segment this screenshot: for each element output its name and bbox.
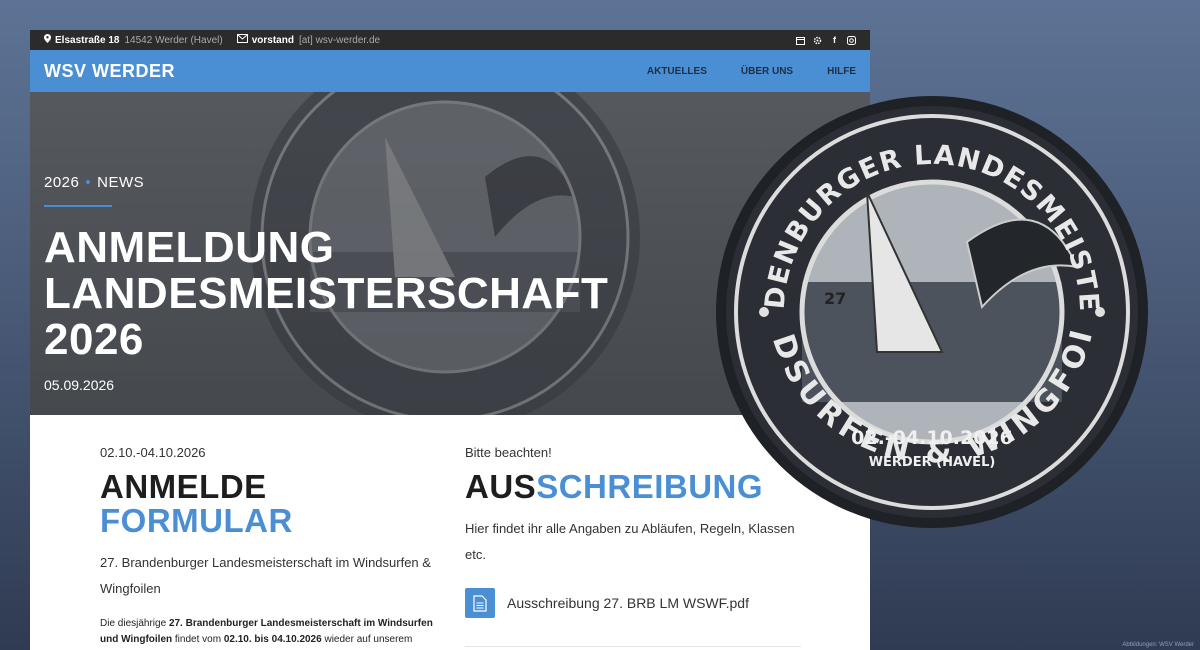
badge-date: 02.-04.10.2026 xyxy=(851,427,1013,449)
nav-hilfe[interactable]: HILFE xyxy=(827,66,856,77)
registration-heading-blue: FORMULAR xyxy=(100,502,293,539)
email-user: vorstand xyxy=(251,34,294,46)
hero-category[interactable]: NEWS xyxy=(97,174,144,191)
email-domain: [at] wsv-werder.de xyxy=(298,34,381,46)
championship-badge-image: 27 27. BRANDENBURGER LANDESMEISTERSCHAFT… xyxy=(712,92,1148,528)
main-navbar: WSV WERDER AKTUELLES ÜBER UNS HILFE xyxy=(30,50,870,92)
registration-text: Die diesjährige 27. Brandenburger Landes… xyxy=(100,618,433,645)
hero-kicker: 2026 • NEWS xyxy=(44,174,145,191)
registration-column: 02.10.-04.10.2026 ANMELDE FORMULAR 27. B… xyxy=(100,445,440,648)
topbar: Elsastraße 18 14542 Werder (Havel) vorst… xyxy=(30,30,870,50)
pdf-file-label: Ausschreibung 27. BRB LM WSWF.pdf xyxy=(507,595,749,611)
calendar-icon[interactable] xyxy=(796,36,805,45)
badge-sail-number: 27 xyxy=(824,289,846,308)
registration-heading: ANMELDE FORMULAR xyxy=(100,470,440,538)
hero-date: 05.09.2026 xyxy=(44,377,115,393)
address-street: Elsastraße 18 xyxy=(55,34,120,46)
tender-heading-dark: AUS xyxy=(465,468,537,505)
event-date-range: 02.10.-04.10.2026 xyxy=(100,445,206,460)
registration-subtitle: 27. Brandenburger Landesmeisterschaft im… xyxy=(100,555,431,596)
settings-icon[interactable] xyxy=(813,36,822,45)
nav-ueber-uns[interactable]: ÜBER UNS xyxy=(741,66,793,77)
facebook-icon[interactable]: f xyxy=(830,35,839,45)
hero-content: 2026 • NEWS ANMELDUNG LANDESMEISTERSCHAFT … xyxy=(44,174,608,393)
hero-year[interactable]: 2026 xyxy=(44,174,79,191)
hero-divider xyxy=(44,205,112,207)
pdf-download-link[interactable]: Ausschreibung 27. BRB LM WSWF.pdf xyxy=(465,588,805,618)
address: Elsastraße 18 14542 Werder (Havel) xyxy=(44,34,223,46)
address-city: 14542 Werder (Havel) xyxy=(124,34,223,46)
page-title: ANMELDUNG LANDESMEISTERSCHAFT 2026 xyxy=(44,223,609,364)
site-logo[interactable]: WSV WERDER xyxy=(44,61,175,82)
instagram-icon[interactable] xyxy=(847,35,856,45)
registration-heading-dark: ANMELDE xyxy=(100,468,267,505)
envelope-icon xyxy=(236,34,248,46)
email-link[interactable]: vorstand [at] wsv-werder.de xyxy=(236,34,381,46)
image-credit: Abbildungen: WSV Werder xyxy=(1122,642,1194,648)
document-icon xyxy=(465,588,495,618)
location-pin-icon xyxy=(44,34,51,46)
badge-place: WERDER (HAVEL) xyxy=(869,455,996,470)
main-nav: AKTUELLES ÜBER UNS HILFE xyxy=(647,66,856,77)
social-icons: f xyxy=(796,35,856,45)
section-divider xyxy=(465,646,801,647)
nav-aktuelles[interactable]: AKTUELLES xyxy=(647,66,707,77)
